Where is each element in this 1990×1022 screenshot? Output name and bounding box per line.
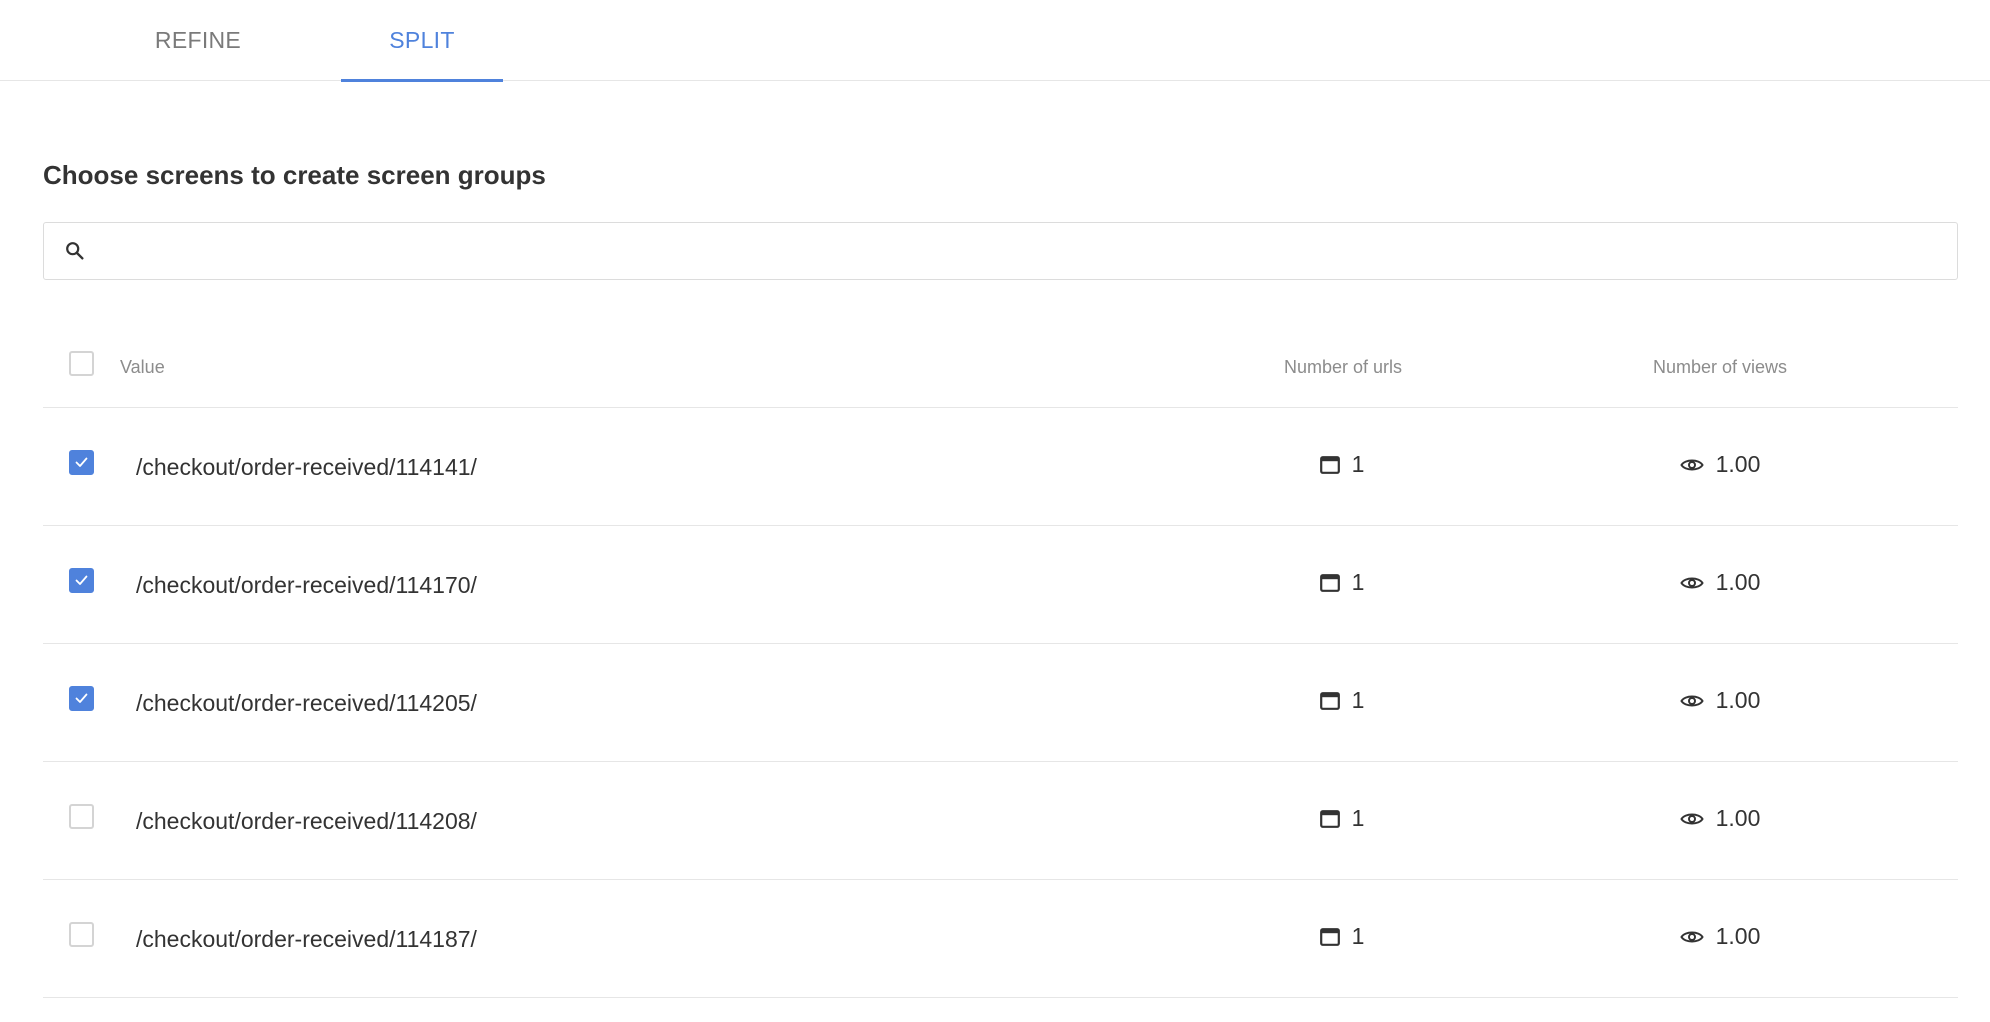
select-all-checkbox[interactable] bbox=[69, 351, 94, 376]
row-views: 1.00 bbox=[1640, 923, 1800, 950]
row-urls: 1 bbox=[1267, 923, 1417, 950]
check-icon bbox=[75, 575, 88, 585]
eye-icon bbox=[1679, 459, 1704, 470]
row-checkbox[interactable] bbox=[69, 568, 94, 593]
page-title: Choose screens to create screen groups bbox=[43, 160, 546, 190]
row-urls-count: 1 bbox=[1351, 923, 1365, 949]
row-checkbox[interactable] bbox=[69, 686, 94, 711]
search-input[interactable] bbox=[104, 227, 1944, 275]
row-checkbox[interactable] bbox=[69, 922, 94, 947]
row-urls: 1 bbox=[1267, 687, 1417, 714]
row-views-count: 1.00 bbox=[1715, 687, 1761, 713]
table-row[interactable]: /checkout/order-received/114170/ 1 1.00 bbox=[43, 526, 1958, 644]
row-urls: 1 bbox=[1267, 569, 1417, 596]
window-icon bbox=[1319, 691, 1340, 710]
table-row[interactable]: /checkout/order-received/114208/ 1 1.00 bbox=[43, 762, 1958, 880]
table-row[interactable]: /checkout/order-received/114141/ 1 1.00 bbox=[43, 408, 1958, 526]
window-icon bbox=[1319, 573, 1340, 592]
row-checkbox[interactable] bbox=[69, 804, 94, 829]
check-icon bbox=[75, 693, 88, 703]
row-urls: 1 bbox=[1267, 451, 1417, 478]
row-urls-count: 1 bbox=[1351, 805, 1365, 831]
row-value: /checkout/order-received/114208/ bbox=[136, 808, 477, 834]
tab-refine[interactable]: REFINE bbox=[88, 0, 308, 81]
row-urls-count: 1 bbox=[1351, 569, 1365, 595]
tab-split[interactable]: SPLIT bbox=[341, 0, 503, 82]
column-header-urls[interactable]: Number of urls bbox=[1238, 357, 1448, 378]
row-urls-count: 1 bbox=[1351, 451, 1365, 477]
row-views: 1.00 bbox=[1640, 451, 1800, 478]
column-header-value[interactable]: Value bbox=[120, 357, 165, 378]
eye-icon bbox=[1679, 813, 1704, 824]
row-value: /checkout/order-received/114141/ bbox=[136, 454, 477, 480]
table-row[interactable]: /checkout/order-received/114205/ 1 1.00 bbox=[43, 644, 1958, 762]
table-header: Value Number of urls Number of views bbox=[43, 323, 1958, 408]
row-value: /checkout/order-received/114205/ bbox=[136, 690, 477, 716]
row-urls-count: 1 bbox=[1351, 687, 1365, 713]
eye-icon bbox=[1679, 931, 1704, 942]
row-checkbox[interactable] bbox=[69, 450, 94, 475]
search-icon bbox=[66, 242, 84, 260]
search-box[interactable] bbox=[43, 222, 1958, 280]
window-icon bbox=[1319, 809, 1340, 828]
row-views: 1.00 bbox=[1640, 687, 1800, 714]
tab-bar: REFINE SPLIT bbox=[0, 0, 1990, 82]
check-icon bbox=[75, 457, 88, 467]
row-value: /checkout/order-received/114170/ bbox=[136, 572, 477, 598]
row-value: /checkout/order-received/114187/ bbox=[136, 926, 477, 952]
row-views-count: 1.00 bbox=[1715, 923, 1761, 949]
row-views-count: 1.00 bbox=[1715, 451, 1761, 477]
row-views-count: 1.00 bbox=[1715, 805, 1761, 831]
screens-table: Value Number of urls Number of views /ch… bbox=[43, 323, 1958, 998]
column-header-views[interactable]: Number of views bbox=[1610, 357, 1830, 378]
window-icon bbox=[1319, 927, 1340, 946]
row-views-count: 1.00 bbox=[1715, 569, 1761, 595]
row-urls: 1 bbox=[1267, 805, 1417, 832]
row-views: 1.00 bbox=[1640, 569, 1800, 596]
window-icon bbox=[1319, 455, 1340, 474]
table-row[interactable]: /checkout/order-received/114187/ 1 1.00 bbox=[43, 880, 1958, 998]
eye-icon bbox=[1679, 577, 1704, 588]
table-body: /checkout/order-received/114141/ 1 1.00 … bbox=[43, 408, 1958, 998]
row-views: 1.00 bbox=[1640, 805, 1800, 832]
eye-icon bbox=[1679, 695, 1704, 706]
